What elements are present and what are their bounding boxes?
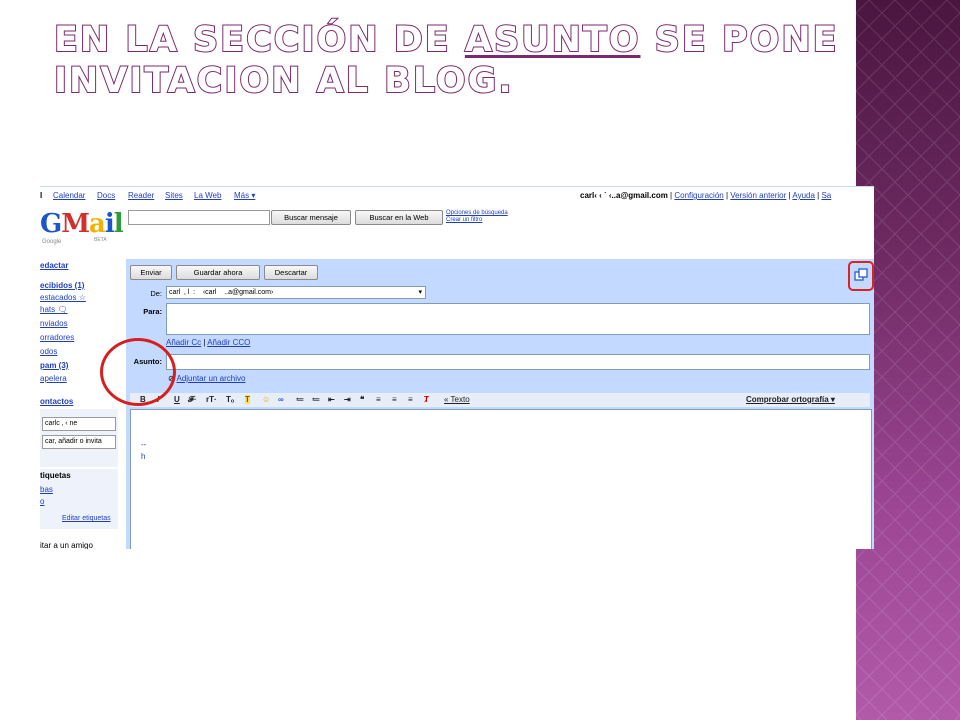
search-web-button[interactable]: Buscar en la Web [355,210,443,225]
to-label: Para: [143,307,162,316]
compose-link[interactable]: edactar [40,261,68,270]
logo-letter-i: i [104,209,115,239]
nav-trash[interactable]: apelera [40,374,67,383]
user-email: carl‹ ‹ ˙ ‹..a@gmail.com [580,191,668,200]
logo-beta: BETA [94,237,107,243]
to-field[interactable] [166,303,870,335]
signature-dash: -- [141,440,147,449]
annotation-circle [100,338,176,406]
title-highlight: asunto [464,19,641,61]
nav-docs[interactable]: Docs [97,191,115,200]
invite-friend[interactable]: itar a un amigo [40,541,93,549]
search-options: Opciones de búsqueda Crear un filtro [446,210,508,224]
from-value: carl ‚ l : ‹carl ..a@gmail.com› [169,289,274,296]
from-select[interactable]: carl ‚ l : ‹carl ..a@gmail.com› ▾ [166,286,426,299]
align-center-icon[interactable]: ≡ [392,395,397,404]
align-right-icon[interactable]: ≡ [408,395,413,404]
indent-icon[interactable]: ⇥ [344,395,351,404]
align-left-icon[interactable]: ≡ [376,395,381,404]
left-nav: edactar ecibidos (1) estacados ☆ hats 🗨 … [40,259,118,549]
from-label: De: [150,289,162,298]
add-cc-link[interactable]: Añadir Cc [166,338,201,347]
slide-title: En la sección de asunto se pone invitaci… [53,19,844,102]
link-settings[interactable]: Configuración [674,191,723,200]
contact-chip[interactable]: carlc ‚ ‹ ne [42,417,116,431]
nav-inbox[interactable]: ecibidos (1) [40,281,84,290]
bullet-list-icon[interactable]: ≔ [312,395,320,404]
message-body[interactable]: -- h [130,409,872,549]
logo-letter-m: M [61,209,90,239]
popout-highlight [848,261,874,291]
link-help[interactable]: Ayuda [792,191,815,200]
contact-search-input[interactable]: car, añadir o invita [42,435,116,449]
title-part-1: En la sección de [53,19,465,61]
link-signout[interactable]: Sa [821,191,831,200]
nav-calendar[interactable]: Calendar [53,191,85,200]
numbered-list-icon[interactable]: ≔ [296,395,304,404]
label-item-1[interactable]: bas [40,485,53,494]
search-input[interactable] [128,210,270,225]
logo-google-sub: Google [42,239,62,245]
contacts-link[interactable]: ontactos [40,397,73,406]
font-family-icon[interactable]: 𝓕· [188,395,197,405]
nav-chats[interactable]: hats 🗨 [40,305,68,314]
underline-icon[interactable]: U [174,395,180,404]
quote-icon[interactable]: ❝ [360,395,364,404]
nav-sent[interactable]: nviados [40,319,68,328]
highlight-icon[interactable]: T [245,395,250,404]
labels-title: tiquetas [40,471,71,480]
chevron-down-icon: ▾ [418,289,422,296]
nav-sites[interactable]: Sites [165,191,183,200]
nav-more[interactable]: Más ▾ [234,191,255,200]
outdent-icon[interactable]: ⇤ [328,395,335,404]
smiley-icon[interactable]: ☺ [262,395,270,404]
signature-line: h [141,452,146,461]
logo-letter-l: l [113,209,124,239]
user-bar: carl‹ ‹ ˙ ‹..a@gmail.com | Configuración… [580,191,832,200]
label-item-2[interactable]: o [40,497,44,506]
search-mail-button[interactable]: Buscar mensaje [271,210,351,225]
cc-bcc-links: Añadir Cc | Añadir CCO [166,338,251,347]
attach-file-link[interactable]: Adjuntar un archivo [176,374,245,383]
add-bcc-link[interactable]: Añadir CCO [207,338,250,347]
popout-icon[interactable] [854,268,868,282]
logo-letter-a: a [89,209,106,239]
search-options-link[interactable]: Opciones de búsqueda [446,210,508,217]
remove-format-icon[interactable]: Ⱦ [424,395,429,404]
save-draft-button[interactable]: Guardar ahora [176,265,260,280]
attach-row: ⊘ Adjuntar un archivo [168,374,245,383]
link-icon[interactable]: ∞ [278,395,284,404]
format-toolbar: B I U 𝓕· rT· Tₒ T ☺ ∞ ≔ ≔ ⇤ ⇥ ❝ ≡ ≡ ≡ Ⱦ … [130,393,870,407]
spellcheck-link[interactable]: Comprobar ortografía ▾ [746,395,835,404]
discard-button[interactable]: Descartar [264,265,318,280]
link-older-version[interactable]: Versión anterior [730,191,786,200]
nav-starred[interactable]: estacados ☆ [40,293,86,302]
create-filter-link[interactable]: Crear un filtro [446,217,508,224]
text-color-icon[interactable]: Tₒ [226,395,234,404]
gmail-logo[interactable]: GMail [40,209,124,239]
logo-letter-g: G [40,209,62,239]
nav-spam[interactable]: pam (3) [40,361,68,370]
send-button[interactable]: Enviar [130,265,172,280]
compose-panel: Enviar Guardar ahora Descartar De: carl … [126,259,874,549]
nav-drafts[interactable]: orradores [40,333,74,342]
nav-all[interactable]: odos [40,347,57,356]
subject-field[interactable] [166,354,870,370]
nav-web[interactable]: La Web [194,191,221,200]
edit-labels-link[interactable]: Editar etiquetas [62,515,111,522]
font-size-icon[interactable]: rT· [206,395,217,404]
nav-mail-fragment[interactable]: l [40,191,42,200]
nav-reader[interactable]: Reader [128,191,154,200]
plain-text-link[interactable]: « Texto [444,395,470,404]
